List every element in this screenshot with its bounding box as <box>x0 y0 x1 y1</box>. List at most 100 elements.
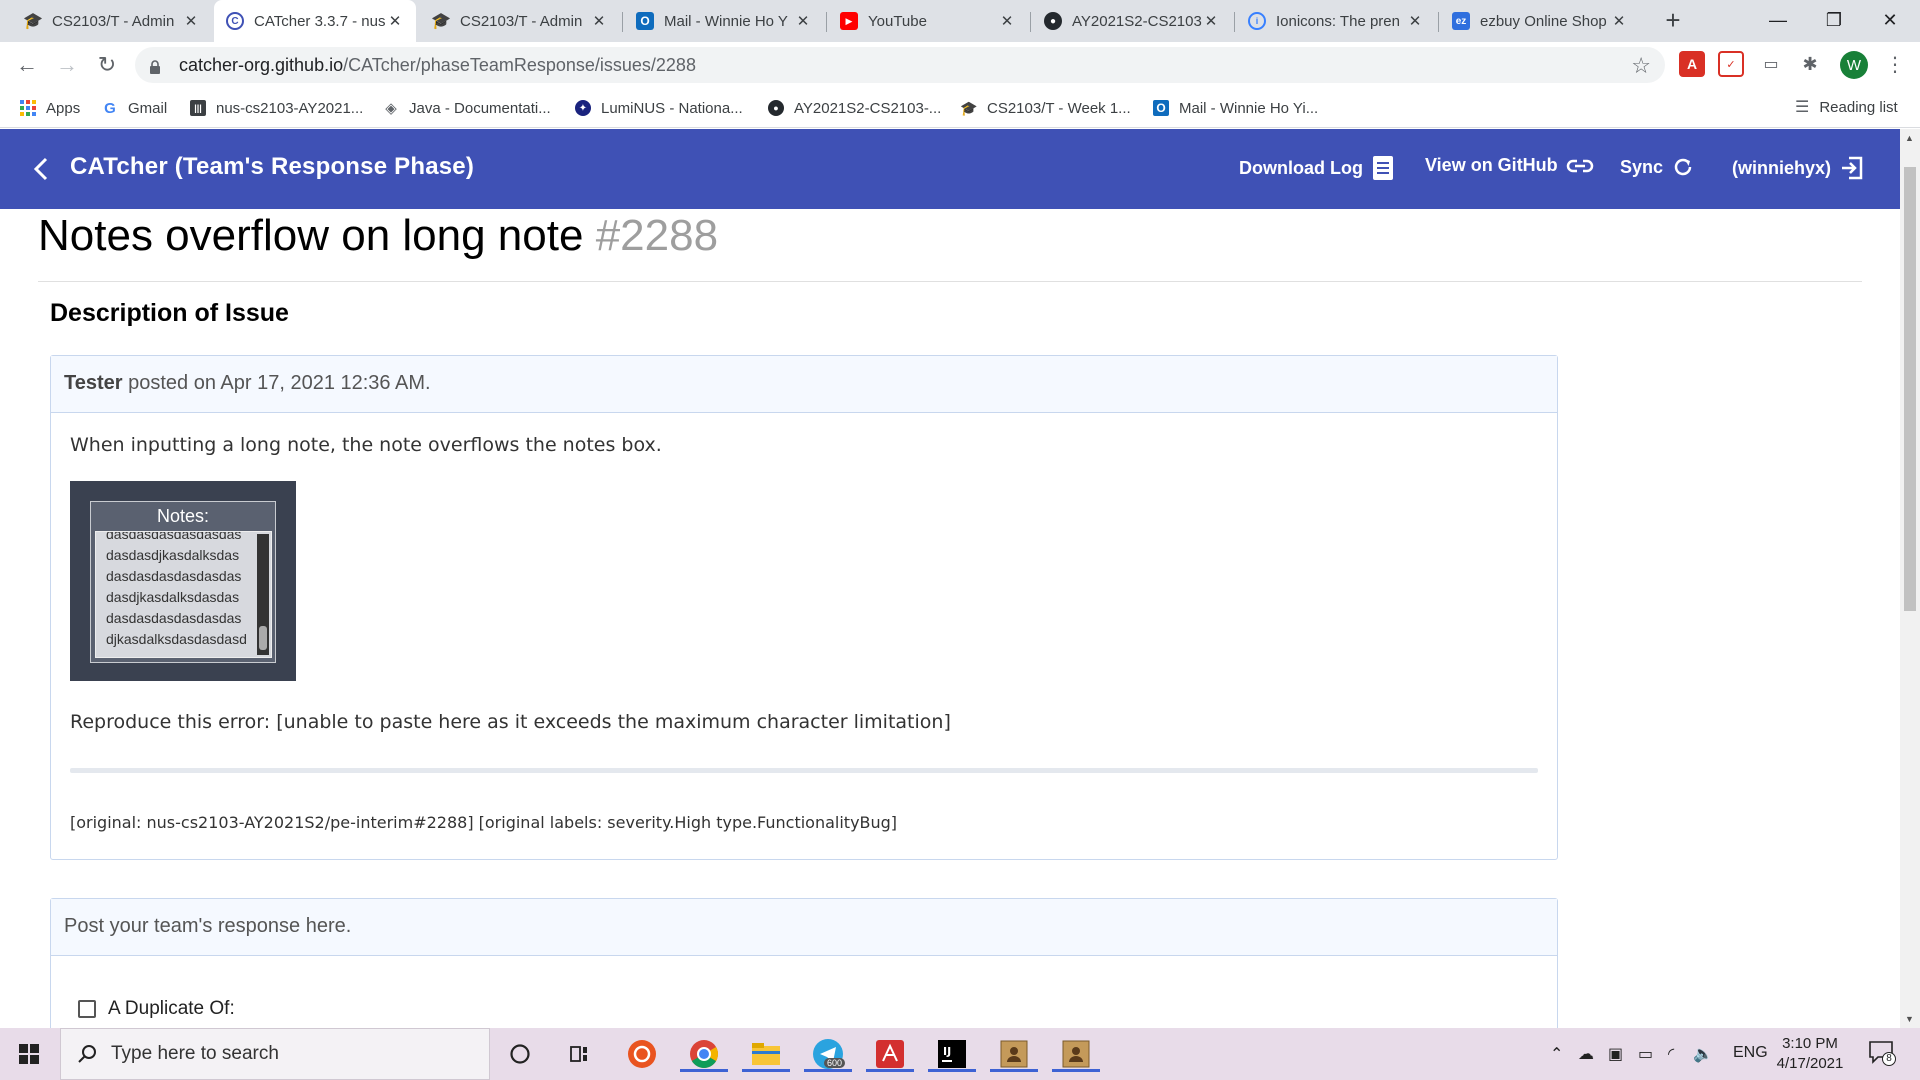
bookmark-github-ay2021[interactable]: ● AY2021S2-CS2103-... <box>768 97 941 119</box>
close-tab-icon[interactable]: ✕ <box>1406 12 1424 30</box>
battery-icon[interactable]: ▭ <box>1638 1044 1653 1064</box>
bookmark-cs2103-week[interactable]: 🎓 CS2103/T - Week 1... <box>960 97 1130 119</box>
google-icon: G <box>104 99 116 117</box>
duplicate-option[interactable]: A Duplicate Of: <box>78 998 235 1020</box>
browser-tab[interactable]: ▶ YouTube ✕ <box>828 0 1028 42</box>
refresh-icon <box>1674 158 1692 176</box>
minimize-window-button[interactable]: — <box>1750 0 1806 40</box>
ionicons-icon: i <box>1248 12 1266 30</box>
cast-extension-icon[interactable]: ▭ <box>1758 51 1784 77</box>
task-view-icon[interactable] <box>558 1036 602 1072</box>
intellij-app-icon[interactable]: IJ <box>928 1036 976 1072</box>
horizontal-rule <box>70 768 1538 773</box>
issue-number: #2288 <box>595 211 719 260</box>
kebab-menu-icon[interactable]: ⋮ <box>1885 52 1905 77</box>
file-explorer-icon[interactable] <box>742 1036 790 1072</box>
language-indicator[interactable]: ENG <box>1733 1044 1768 1062</box>
clock-time: 3:10 PM <box>1782 1035 1838 1052</box>
github-icon: ● <box>768 100 784 116</box>
scrollbar-thumb[interactable] <box>1904 167 1916 611</box>
browser-tab-active[interactable]: C CATcher 3.3.7 - nus ✕ <box>214 0 416 42</box>
bookmark-luminus[interactable]: ✦ LumiNUS - Nationa... <box>575 97 743 119</box>
browser-tab[interactable]: ez ezbuy Online Shop ✕ <box>1440 0 1640 42</box>
response-input[interactable]: Post your team's response here. <box>51 899 1557 956</box>
issue-description-text: When inputting a long note, the note ove… <box>70 434 662 456</box>
url-host: catcher-org.github.io <box>179 54 344 75</box>
view-on-github-button[interactable]: View on GitHub <box>1425 155 1594 176</box>
outlook-icon: O <box>636 12 654 30</box>
back-arrow-icon[interactable]: ← <box>12 50 42 80</box>
close-tab-icon[interactable]: ✕ <box>386 12 404 30</box>
back-chevron-icon[interactable] <box>28 155 56 183</box>
bookmark-star-icon[interactable]: ☆ <box>1631 53 1651 79</box>
acrobat-extension-icon[interactable]: A <box>1679 51 1705 77</box>
acrobat-app-icon[interactable] <box>866 1036 914 1072</box>
issue-description-card: Tester posted on Apr 17, 2021 12:36 AM. … <box>50 355 1558 860</box>
browser-tab[interactable]: 🎓 CS2103/T - Admin ✕ <box>420 0 620 42</box>
download-log-button[interactable]: Download Log <box>1239 155 1395 181</box>
onedrive-cloud-icon[interactable]: ☁ <box>1578 1044 1594 1064</box>
browser-tab[interactable]: i Ionicons: The pren ✕ <box>1236 0 1436 42</box>
duplicate-label: A Duplicate Of: <box>108 998 235 1019</box>
reload-icon[interactable]: ↻ <box>92 50 122 80</box>
bookmark-apps[interactable]: Apps <box>20 97 80 119</box>
volume-icon[interactable]: 🔈 <box>1693 1044 1713 1064</box>
ubuntu-app-icon[interactable] <box>620 1036 664 1072</box>
contacts-app-icon[interactable] <box>990 1036 1038 1072</box>
profile-avatar[interactable]: W <box>1840 51 1868 79</box>
network-tray-icon[interactable]: ▣ <box>1608 1044 1623 1064</box>
close-window-button[interactable]: ✕ <box>1862 0 1918 40</box>
telegram-app-icon[interactable]: 600 <box>804 1036 852 1072</box>
show-hidden-icons-chevron-icon[interactable]: ⌃ <box>1550 1044 1563 1064</box>
puzzle-extensions-icon[interactable]: ✱ <box>1797 51 1823 77</box>
restore-window-button[interactable]: ❐ <box>1806 0 1862 40</box>
logout-button[interactable]: (winniehyx) <box>1732 155 1865 181</box>
browser-tab[interactable]: ● AY2021S2-CS2103 ✕ <box>1032 0 1232 42</box>
notes-panel: Notes: dasdasdasdasdasdas dasdasdjkasdal… <box>90 501 276 663</box>
wifi-icon[interactable]: ◜ <box>1668 1044 1674 1064</box>
browser-tab-strip: 🎓 CS2103/T - Admin ✕ C CATcher 3.3.7 - n… <box>0 0 1920 42</box>
tab-separator <box>1234 12 1235 32</box>
page-scrollbar[interactable]: ▲ ▼ <box>1900 129 1920 1028</box>
system-clock[interactable]: 3:10 PM 4/17/2021 <box>1770 1034 1850 1074</box>
cortana-icon[interactable] <box>498 1036 542 1072</box>
forward-arrow-icon[interactable]: → <box>52 50 82 80</box>
close-tab-icon[interactable]: ✕ <box>1202 12 1220 30</box>
windows-start-button[interactable] <box>0 1028 58 1080</box>
close-tab-icon[interactable]: ✕ <box>998 12 1016 30</box>
clock-date: 4/17/2021 <box>1776 1055 1844 1072</box>
browser-tab[interactable]: 🎓 CS2103/T - Admin ✕ <box>12 0 212 42</box>
notes-screenshot-image: Notes: dasdasdasdasdasdas dasdasdjkasdal… <box>70 481 296 681</box>
lock-icon <box>149 58 161 74</box>
close-tab-icon[interactable]: ✕ <box>1610 12 1628 30</box>
pocket-extension-icon[interactable]: ✓ <box>1718 51 1744 77</box>
browser-toolbar: ← → ↻ catcher-org.github.io/CATcher/phas… <box>0 42 1920 88</box>
java-icon: ◈ <box>385 100 397 117</box>
notification-center-button[interactable]: 8 <box>1868 1040 1898 1068</box>
duplicate-checkbox[interactable] <box>78 1000 96 1018</box>
tab-separator <box>826 12 827 32</box>
new-tab-button[interactable]: + <box>1658 6 1688 36</box>
sync-button[interactable]: Sync <box>1620 155 1695 179</box>
close-tab-icon[interactable]: ✕ <box>182 12 200 30</box>
bookmark-nus-cs2103[interactable]: ||| nus-cs2103-AY2021... <box>190 97 363 119</box>
scroll-up-arrow-icon[interactable]: ▲ <box>1905 133 1914 143</box>
address-bar[interactable]: catcher-org.github.io/CATcher/phaseTeamR… <box>135 47 1665 83</box>
bookmark-gmail[interactable]: G Gmail <box>102 97 167 119</box>
scroll-down-arrow-icon[interactable]: ▼ <box>1905 1014 1914 1024</box>
bookmark-mail[interactable]: O Mail - Winnie Ho Yi... <box>1153 97 1318 119</box>
browser-tab[interactable]: O Mail - Winnie Ho Y ✕ <box>624 0 824 42</box>
windows-taskbar: Type here to search 600 IJ ⌃ ☁ ▣ ▭ ◜ 🔈 E… <box>0 1028 1920 1080</box>
chrome-app-icon[interactable] <box>680 1036 728 1072</box>
reading-list-button[interactable]: ☰ Reading list <box>1795 97 1898 117</box>
taskbar-search-input[interactable]: Type here to search <box>60 1028 490 1080</box>
bookmark-java-docs[interactable]: ◈ Java - Documentati... <box>383 97 551 119</box>
close-tab-icon[interactable]: ✕ <box>794 12 812 30</box>
close-tab-icon[interactable]: ✕ <box>590 12 608 30</box>
contacts-app-icon-2[interactable] <box>1052 1036 1100 1072</box>
divider <box>38 281 1862 282</box>
luminus-icon: ✦ <box>575 100 591 116</box>
graduation-cap-icon: 🎓 <box>431 13 451 30</box>
svg-text:IJ: IJ <box>943 1045 951 1058</box>
youtube-icon: ▶ <box>840 12 858 30</box>
